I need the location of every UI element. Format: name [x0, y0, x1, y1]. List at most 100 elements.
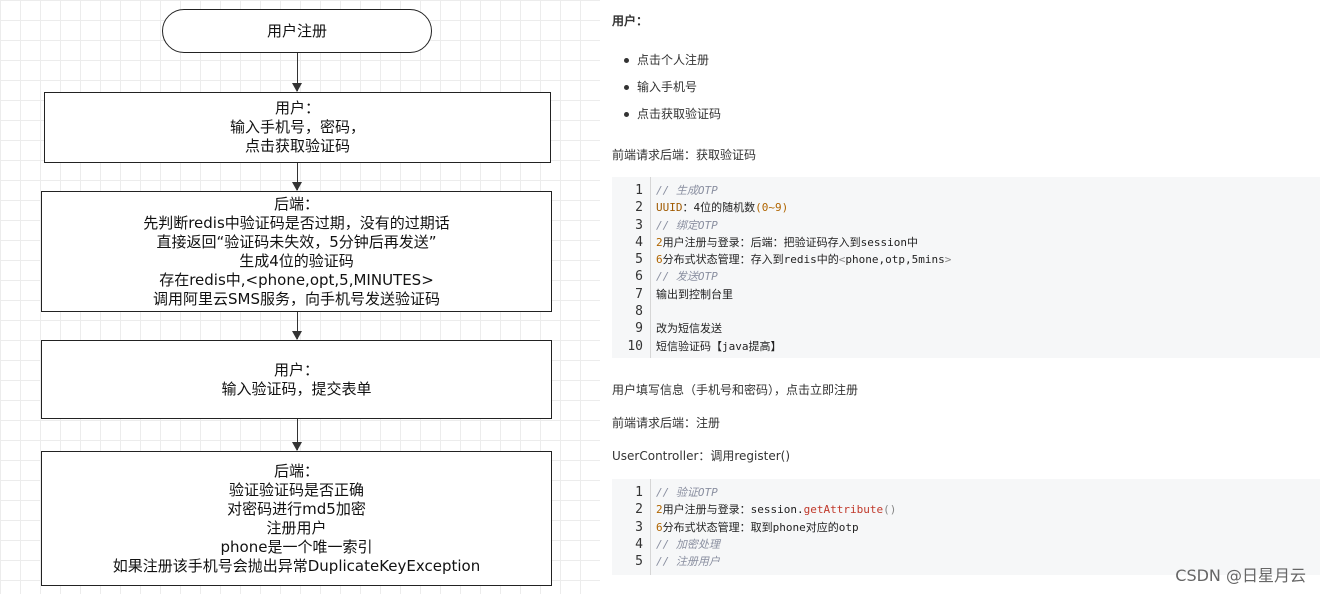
code-token: 用户注册与登录：后端：把验证码存入到session中: [662, 235, 918, 249]
node-line: 点击获取验证码: [244, 137, 350, 155]
line-number: 1: [635, 183, 643, 198]
code-line: 4 // 加密处理: [612, 536, 1320, 553]
code-line: 1 // 生成OTP: [612, 182, 1320, 199]
node-line: 生成4位的验证码: [239, 251, 354, 270]
doc-heading: 用户：: [612, 14, 649, 28]
line-number: 2: [635, 502, 643, 518]
code-token: 输出到控制台里: [656, 287, 733, 301]
code-token: getAttribute: [803, 503, 884, 517]
flow-arrow: [292, 53, 303, 92]
flow-start-node: 用户注册: [162, 9, 432, 53]
code-token: 6: [656, 253, 663, 267]
node-line: 调用阿里云SMS服务，向手机号发送验证码: [153, 289, 440, 308]
code-token: 用户注册与登录：session.: [662, 503, 804, 517]
list-item: 点击个人注册: [624, 50, 721, 77]
node-line: 输入手机号，密码，: [229, 118, 365, 136]
code-line: 3 6分布式状态管理：取到phone对应的otp: [612, 519, 1320, 536]
node-line: 先判断redis中验证码是否过期，没有的过期话: [143, 213, 450, 232]
code-token: ：4位的随机数: [682, 201, 756, 215]
doc-paragraph: 前端请求后端：注册: [612, 416, 721, 430]
code-line: 2 UUID：4位的随机数(0~9): [612, 199, 1320, 216]
code-text: UUID：4位的随机数(0~9): [656, 199, 788, 216]
node-line: 用户：: [274, 99, 320, 117]
document-panel: 用户： 点击个人注册 输入手机号 点击获取验证码 前端请求后端：获取验证码 1 /…: [600, 0, 1320, 594]
flow-node-user-phone: 用户： 输入手机号，密码， 点击获取验证码: [44, 92, 551, 163]
node-line: 后端：: [273, 194, 319, 213]
flow-arrow: [292, 163, 303, 191]
line-number: 5: [635, 252, 643, 268]
flow-node-user-submit: 用户： 输入验证码，提交表单: [41, 340, 552, 419]
code-token: 2: [656, 503, 663, 517]
flow-node-backend-send-code: 后端： 先判断redis中验证码是否过期，没有的过期话 直接返回“验证码未失效，…: [41, 191, 552, 312]
line-number: 6: [635, 269, 643, 285]
code-token: 6: [656, 520, 663, 534]
line-number: 3: [635, 217, 643, 233]
code-text: // 发送OTP: [656, 268, 718, 285]
code-token: (0~9): [755, 201, 789, 215]
line-number: 8: [635, 304, 643, 320]
line-number: 2: [635, 200, 643, 216]
code-token: // 发送OTP: [656, 270, 718, 284]
line-number: 1: [635, 485, 643, 500]
list-item: 输入手机号: [624, 77, 721, 104]
code-text: // 生成OTP: [656, 182, 718, 199]
code-line: 2 2用户注册与登录：session.getAttribute(): [612, 501, 1320, 518]
code-text: // 绑定OTP: [656, 217, 718, 234]
list-item: 点击获取验证码: [624, 104, 721, 131]
code-text: // 注册用户: [656, 553, 720, 570]
code-token: 2: [656, 235, 663, 249]
code-token: // 生成OTP: [656, 184, 718, 197]
node-line: 注册用户: [266, 518, 327, 537]
code-token: phone,otp,5mins: [845, 253, 945, 267]
code-text: 短信验证码【java提高】: [656, 338, 782, 355]
code-text: 改为短信发送: [656, 320, 722, 337]
code-line: 7 输出到控制台里: [612, 286, 1320, 303]
code-token: // 绑定OTP: [656, 218, 718, 232]
code-token: >: [944, 253, 952, 267]
node-line: 输入验证码，提交表单: [221, 379, 372, 398]
flow-node-backend-register: 后端： 验证验证码是否正确 对密码进行md5加密 注册用户 phone是一个唯一…: [41, 451, 552, 586]
code-line: 3 // 绑定OTP: [612, 217, 1320, 234]
code-token: // 注册用户: [656, 555, 720, 569]
code-token: // 加密处理: [656, 537, 720, 551]
code-line: 4 2用户注册与登录：后端：把验证码存入到session中: [612, 234, 1320, 251]
doc-paragraph: UserController：调用register(): [612, 449, 791, 463]
flow-start-label: 用户注册: [266, 21, 327, 40]
csdn-watermark: CSDN @日星月云: [1175, 566, 1306, 585]
line-number: 7: [635, 286, 643, 302]
node-line: 对密码进行md5加密: [227, 499, 366, 518]
code-line: 8: [612, 303, 1320, 320]
code-token: 分布式状态管理：存入到redis中的: [662, 253, 839, 267]
line-number: 4: [635, 536, 643, 552]
code-block-get-otp: 1// 生成OTP 2 UUID：4位的随机数(0~9) 3// 绑定OTP 4 2用户注…: [612, 177, 1320, 358]
flow-arrow: [292, 419, 303, 451]
code-line: 10 短信验证码【java提高】: [612, 338, 1320, 355]
flow-arrow: [292, 312, 303, 340]
line-number: 5: [635, 554, 643, 570]
code-text: 2用户注册与登录：后端：把验证码存入到session中: [656, 234, 918, 251]
code-token: 分布式状态管理：取到phone对应的otp: [662, 520, 859, 534]
node-line: 后端：: [273, 461, 319, 480]
code-text: 6分布式状态管理：取到phone对应的otp: [656, 519, 859, 536]
code-token: // 验证OTP: [656, 486, 718, 499]
line-number: 10: [627, 338, 643, 354]
code-text: 6分布式状态管理：存入到redis中的<phone,otp,5mins>: [656, 251, 951, 268]
doc-bullet-list: 点击个人注册 输入手机号 点击获取验证码: [624, 50, 721, 131]
node-line: phone是一个唯一索引: [220, 537, 373, 556]
code-text: 输出到控制台里: [656, 286, 733, 303]
node-line: 如果注册该手机号会抛出异常DuplicateKeyException: [112, 556, 481, 575]
node-line: 验证验证码是否正确: [228, 480, 364, 499]
node-line: 用户：: [273, 360, 319, 379]
node-line: 存在redis中,<phone,opt,5,MINUTES>: [159, 270, 434, 289]
node-line: 直接返回“验证码未失效，5分钟后再发送”: [156, 232, 437, 251]
code-token: UUID: [656, 201, 683, 215]
doc-paragraph: 用户填写信息（手机号和密码），点击立即注册: [612, 383, 859, 397]
line-number: 4: [635, 234, 643, 250]
code-line: 1 // 验证OTP: [612, 484, 1320, 501]
doc-paragraph: 前端请求后端：获取验证码: [612, 148, 757, 162]
code-line: 5 6分布式状态管理：存入到redis中的<phone,otp,5mins>: [612, 251, 1320, 268]
code-line: 6 // 发送OTP: [612, 268, 1320, 285]
line-number: 3: [635, 519, 643, 535]
code-text: // 加密处理: [656, 536, 720, 553]
code-token: 短信验证码【java提高】: [656, 339, 782, 353]
